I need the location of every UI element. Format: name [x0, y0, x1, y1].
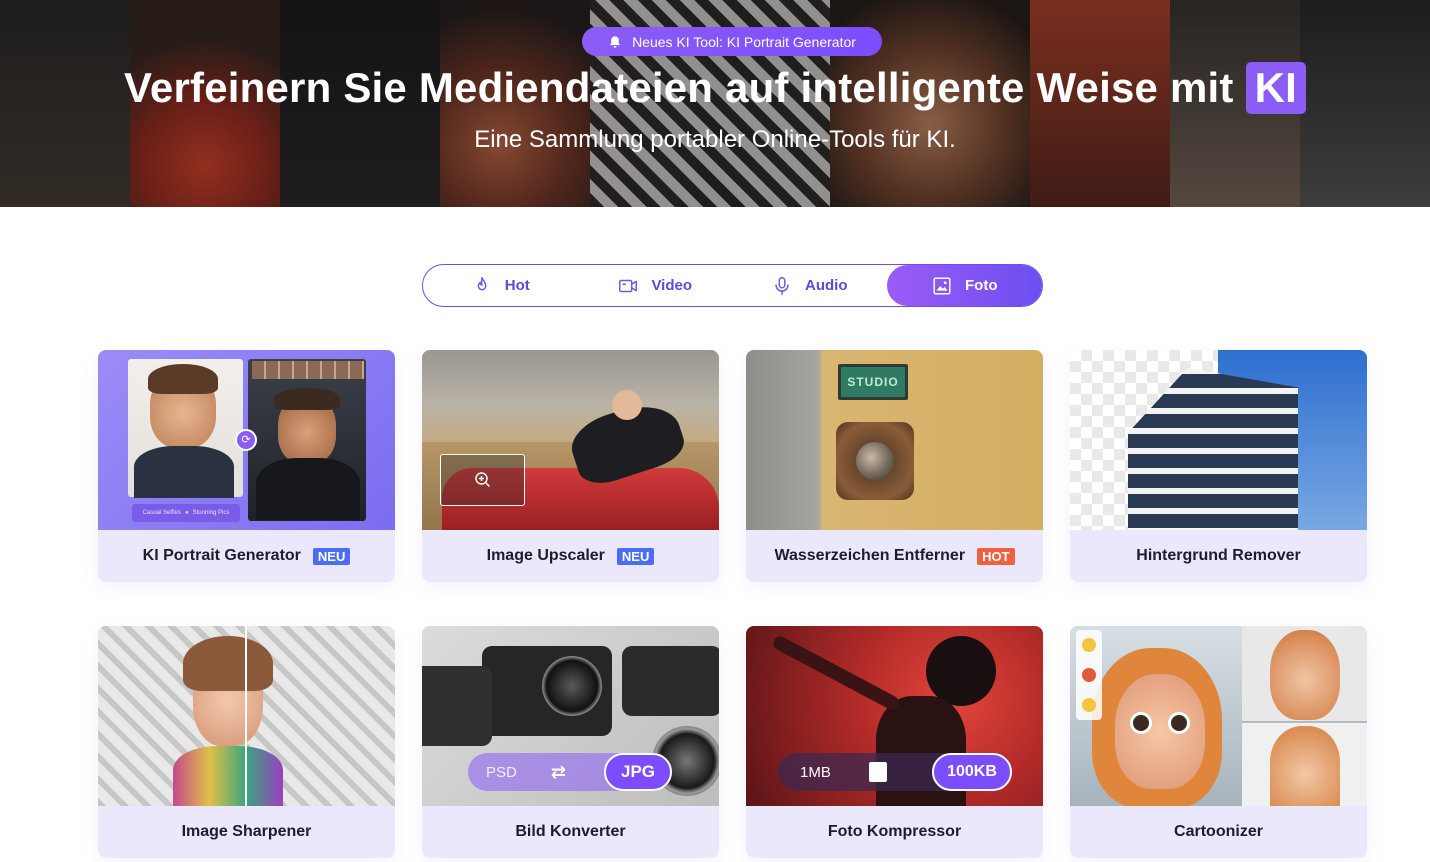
tool-card-image-sharpener[interactable]: Image Sharpener [98, 626, 395, 858]
tab-label: Video [651, 277, 693, 294]
tab-audio[interactable]: Audio [732, 265, 887, 306]
studio-sign: STUDIO [838, 364, 908, 400]
tool-card-photo-compressor[interactable]: 1MB 100KB Foto Kompressor [746, 626, 1043, 858]
emoji-icon [1082, 638, 1096, 652]
card-thumbnail: PSD ⇄ JPG [422, 626, 719, 806]
page-title: Verfeinern Sie Mediendateien auf intelli… [0, 62, 1430, 114]
tool-card-cartoonizer[interactable]: Cartoonizer [1070, 626, 1367, 858]
ki-badge: KI [1245, 62, 1306, 114]
page-title-text: Verfeinern Sie Mediendateien auf intelli… [124, 64, 1234, 111]
hot-badge: HOT [977, 547, 1015, 565]
tool-card-watermark-remover[interactable]: STUDIO Wasserzeichen Entferner HOT [746, 350, 1043, 582]
tool-card-image-converter[interactable]: PSD ⇄ JPG Bild Konverter [422, 626, 719, 858]
emoji-icon [1082, 698, 1096, 712]
zoom-in-icon [474, 472, 490, 488]
card-title: Bild Konverter [515, 823, 626, 840]
new-badge: NEU [312, 547, 351, 565]
card-thumbnail: STUDIO [746, 350, 1043, 530]
card-label: Bild Konverter [422, 806, 719, 858]
flame-icon [477, 276, 487, 290]
swap-arrows-icon: ⇄ [550, 761, 566, 782]
target-format-pill: JPG [604, 753, 672, 791]
card-thumbnail [98, 626, 395, 806]
target-size: 100KB [947, 763, 997, 780]
emoji-icon [1082, 668, 1096, 682]
card-title: Image Upscaler [486, 547, 605, 564]
tool-card-background-remover[interactable]: Hintergrund Remover [1070, 350, 1367, 582]
tab-video[interactable]: Video [578, 265, 733, 306]
zoom-box [440, 454, 525, 506]
zip-file-icon [868, 762, 887, 782]
tool-card-portrait-generator[interactable]: ⟳ Casual Selfies ● Stunning Pics KI Portra… [98, 350, 395, 582]
split-divider [245, 626, 247, 806]
emoji-selector [1076, 630, 1102, 720]
target-format: JPG [620, 762, 656, 781]
image-icon [933, 276, 951, 295]
card-label: Foto Kompressor [746, 806, 1043, 858]
card-title: Wasserzeichen Entferner [774, 547, 966, 564]
card-label: Image Upscaler NEU [422, 530, 719, 582]
card-title: Image Sharpener [181, 823, 312, 840]
new-badge: NEU [616, 547, 655, 565]
card-label: KI Portrait Generator NEU [98, 530, 395, 582]
category-tabs: Hot Video Audio Foto [422, 264, 1043, 307]
tab-foto[interactable]: Foto [886, 265, 1042, 306]
card-title: KI Portrait Generator [142, 547, 301, 564]
card-thumbnail [1070, 350, 1367, 530]
tab-label: Hot [504, 277, 530, 294]
microphone-icon [775, 276, 789, 295]
page-subtitle: Eine Sammlung portabler Online-Tools für… [474, 126, 956, 153]
tab-hot[interactable]: Hot [423, 265, 578, 306]
tab-label: Foto [965, 277, 998, 294]
card-label: Wasserzeichen Entferner HOT [746, 530, 1043, 582]
card-label: Cartoonizer [1070, 806, 1367, 858]
hero-banner: Neues KI Tool: KI Portrait Generator Ver… [0, 0, 1430, 207]
card-thumbnail [1070, 626, 1367, 806]
card-thumbnail: 1MB 100KB [746, 626, 1043, 806]
source-format: PSD [486, 763, 517, 781]
video-icon [619, 279, 638, 292]
card-thumbnail [422, 350, 719, 530]
tool-card-image-upscaler[interactable]: Image Upscaler NEU [422, 350, 719, 582]
swap-icon: ⟳ [235, 429, 257, 451]
source-size: 1MB [800, 763, 831, 781]
announcement-text: Neues KI Tool: KI Portrait Generator [632, 33, 856, 50]
card-label: Hintergrund Remover [1070, 530, 1367, 582]
announcement-pill[interactable]: Neues KI Tool: KI Portrait Generator [582, 27, 882, 56]
overlay-label: Stunning Pics [192, 510, 230, 516]
bell-icon [610, 35, 621, 48]
card-title: Foto Kompressor [827, 823, 962, 840]
tab-label: Audio [805, 277, 848, 294]
card-thumbnail: ⟳ Casual Selfies ● Stunning Pics [98, 350, 395, 530]
card-title: Hintergrund Remover [1136, 547, 1301, 564]
target-size-pill: 100KB [932, 753, 1012, 791]
card-title: Cartoonizer [1174, 823, 1263, 840]
card-label: Image Sharpener [98, 806, 395, 858]
overlay-label: Casual Selfies [142, 510, 182, 516]
